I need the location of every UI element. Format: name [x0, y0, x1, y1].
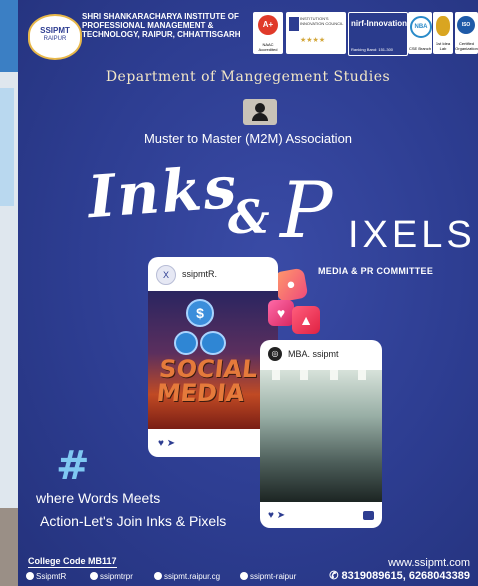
- website-link[interactable]: www.ssipmt.com: [388, 557, 470, 569]
- instagram-handle: ssipmt.raipur.cg: [164, 572, 221, 581]
- naac-caption: NAAC Accredited: [258, 42, 278, 52]
- nba-caption: CSE Branch: [408, 46, 431, 51]
- facebook-link[interactable]: ssipmtrpr: [90, 572, 133, 581]
- institute-line: SHRI SHANKARACHARYA INSTITUTE OF: [82, 12, 239, 21]
- iic-badge: INSTITUTION'S INNOVATION COUNCIL ★★★★: [286, 12, 346, 54]
- department-title: Department of Mangegement Studies: [105, 69, 391, 85]
- logo-sub: RAIPUR: [43, 36, 67, 42]
- location-pin-icon: [174, 331, 198, 355]
- iic-caption: INSTITUTION'S INNOVATION COUNCIL: [300, 16, 344, 26]
- comment-icon[interactable]: [363, 511, 374, 520]
- naac-grade: A+: [258, 15, 278, 35]
- post-actions: ♥ ➤: [268, 510, 285, 521]
- instagram-icon: [154, 572, 162, 580]
- social-post-card-2: ◎ MBA. ssipmt ♥ ➤: [260, 340, 382, 528]
- heart-icon[interactable]: ♥: [268, 510, 274, 521]
- twitter-link[interactable]: SsipmtR: [26, 572, 66, 581]
- instagram-icon: ◎: [268, 347, 282, 361]
- share-icon[interactable]: ➤: [277, 510, 285, 521]
- user-reaction-icon: ●: [273, 267, 309, 303]
- heart-icon[interactable]: ♥: [158, 438, 164, 449]
- nirf-badge: nirf-Innovation Ranking Band: 151-300: [348, 12, 408, 56]
- nba-icon: NBA: [410, 16, 432, 38]
- iic-icon: [289, 17, 299, 31]
- institute-logo: SSIPMT RAIPUR: [28, 14, 82, 60]
- iso-badge: ISO Certified Organization: [455, 12, 478, 54]
- twitter-handle: SsipmtR: [36, 572, 67, 581]
- institute-line: PROFESSIONAL MANAGEMENT &: [82, 21, 214, 30]
- page-bg-strip-bottom: [0, 508, 18, 586]
- social-post-card-1: X ssipmtR. $ SOCIAL MEDIA ♥ ➤: [148, 257, 278, 457]
- iic-stars: ★★★★: [300, 37, 326, 44]
- college-code: College Code MB117: [28, 556, 117, 568]
- social-media-text: SOCIAL MEDIA: [155, 355, 259, 407]
- nirf-rank: Ranking Band: 151-300: [351, 47, 394, 52]
- dollar-icon: $: [186, 299, 214, 327]
- idea-lab-caption: 1st Idea Lab: [435, 41, 451, 51]
- tagline-line-2: Action-Let's Join Inks & Pixels: [40, 513, 227, 529]
- iso-icon: ISO: [457, 16, 475, 34]
- social-media-image: $ SOCIAL MEDIA: [148, 291, 278, 429]
- facebook-icon: [90, 572, 98, 580]
- post-username: ssipmtR.: [182, 269, 218, 279]
- studio-image: [260, 370, 382, 502]
- thumbs-up-icon: ▲: [292, 306, 320, 334]
- poster: SSIPMT RAIPUR SHRI SHANKARACHARYA INSTITU…: [18, 0, 478, 586]
- page-bg-strip-mid: [0, 88, 14, 206]
- header: SSIPMT RAIPUR SHRI SHANKARACHARYA INSTITU…: [18, 0, 478, 62]
- facebook-handle: ssipmtrpr: [100, 572, 133, 581]
- institute-line: TECHNOLOGY, RAIPUR, CHHATTISGARH: [82, 30, 241, 39]
- social-text-line: SOCIAL: [157, 355, 259, 383]
- title-pixels: IXELS: [348, 214, 476, 256]
- m2m-logo-icon: [243, 99, 277, 125]
- nirf-label: nirf-Innovation: [351, 19, 407, 28]
- tagline-line-1: where Words Meets: [36, 490, 161, 506]
- committee-name: MEDIA & PR COMMITTEE: [318, 266, 434, 276]
- heart-reaction-icon: ♥: [268, 300, 294, 326]
- medal-icon: [436, 16, 450, 36]
- naac-badge: A+ NAAC Accredited: [253, 12, 283, 54]
- title-ampersand: &: [228, 190, 270, 244]
- logo-main: SSIPMT: [40, 26, 70, 35]
- title-inks: Inks: [85, 152, 241, 232]
- idea-lab-badge: 1st Idea Lab: [433, 12, 453, 54]
- linkedin-handle: ssipmt-raipur: [250, 572, 297, 581]
- post-username: MBA. ssipmt: [288, 349, 339, 359]
- phone-numbers[interactable]: ✆ 8319089615, 6268043389: [329, 569, 470, 582]
- iso-caption: Certified Organization: [455, 41, 478, 51]
- nba-badge: NBA CSE Branch: [408, 12, 432, 54]
- phone-text: 8319089615, 6268043389: [341, 570, 470, 582]
- x-logo-icon: X: [156, 265, 176, 285]
- cloud-icon: [200, 331, 226, 355]
- institute-name: SHRI SHANKARACHARYA INSTITUTE OF PROFESS…: [82, 12, 252, 39]
- share-icon[interactable]: ➤: [167, 438, 175, 449]
- association-name: Muster to Master (M2M) Association: [143, 131, 353, 146]
- linkedin-link[interactable]: ssipmt-raipur: [240, 572, 296, 581]
- title-p-swirl: P: [280, 166, 333, 256]
- post-actions: ♥ ➤: [158, 438, 175, 449]
- hashtag-icon: #: [56, 443, 90, 489]
- instagram-link[interactable]: ssipmt.raipur.cg: [154, 572, 220, 581]
- social-text-line: MEDIA: [155, 379, 246, 407]
- twitter-icon: [26, 572, 34, 580]
- linkedin-icon: [240, 572, 248, 580]
